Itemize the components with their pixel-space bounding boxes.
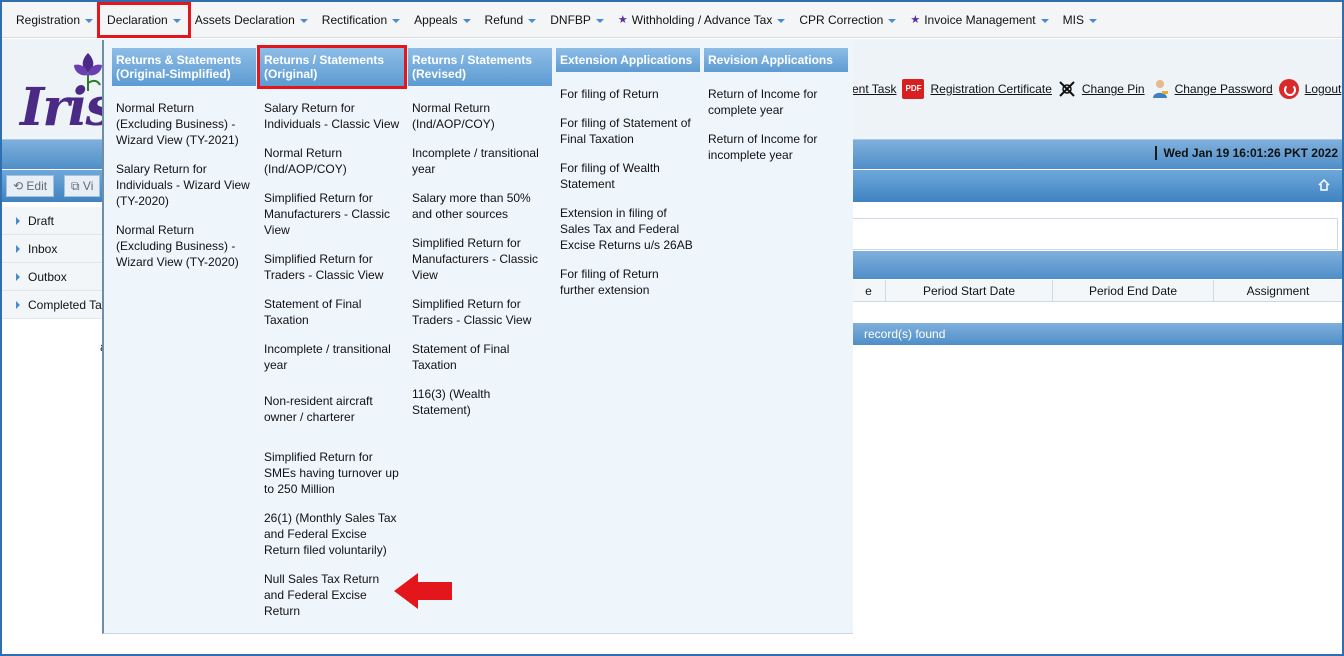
chevron-down-icon	[392, 18, 401, 23]
user-key-icon	[1152, 80, 1168, 98]
menu-option[interactable]: Return of Income for incomplete year	[704, 131, 848, 163]
caret-right-icon	[16, 272, 20, 281]
menu-option[interactable]: For filing of Return further extension	[556, 266, 700, 298]
star-icon: ★	[617, 14, 628, 26]
dropdown-col-revised: Returns / Statements (Revised) Normal Re…	[408, 48, 552, 418]
menu-option[interactable]: Normal Return (Ind/AOP/COY)	[408, 100, 552, 132]
task-link[interactable]: ent Task	[852, 82, 896, 96]
chevron-down-icon	[172, 18, 181, 23]
menu-option[interactable]: For filing of Return	[556, 86, 700, 102]
menu-cpr-correction[interactable]: CPR Correction	[793, 6, 902, 34]
chevron-down-icon	[888, 18, 897, 23]
logo-text: Iris	[20, 77, 115, 138]
menu-declaration[interactable]: Declaration	[97, 1, 191, 38]
menu-option[interactable]: For filing of Wealth Statement	[556, 160, 700, 192]
sidebar-item-inbox[interactable]: Inbox	[2, 235, 102, 263]
menu-dnfbp[interactable]: DNFBP	[544, 6, 610, 34]
menu-option-null-sales-tax[interactable]: Null Sales Tax Return and Federal Excise…	[260, 571, 404, 619]
col-header: Returns & Statements (Original-Simplifie…	[112, 48, 256, 86]
grid-header: e Period Start Date Period End Date Assi…	[852, 280, 1342, 302]
logout-link[interactable]: Logout	[1305, 82, 1342, 96]
menu-option[interactable]: 116(3) (Wealth Statement)	[408, 386, 552, 418]
menu-option[interactable]: Normal Return (Ind/AOP/COY)	[260, 145, 404, 177]
menu-option[interactable]: For filing of Statement of Final Taxatio…	[556, 115, 700, 147]
current-datetime: Wed Jan 19 16:01:26 PKT 2022	[1155, 146, 1338, 160]
menu-rectification[interactable]: Rectification	[316, 6, 406, 34]
menu-option[interactable]: 26(1) (Monthly Sales Tax and Federal Exc…	[260, 510, 404, 558]
registration-certificate-link[interactable]: Registration Certificate	[930, 82, 1051, 96]
grid-footer: record(s) found	[852, 323, 1342, 345]
dropdown-col-extension: Extension Applications For filing of Ret…	[556, 48, 700, 298]
menu-option[interactable]: Incomplete / transitional year	[408, 145, 552, 177]
menu-option[interactable]: Statement of Final Taxation	[408, 341, 552, 373]
chevron-down-icon	[85, 18, 94, 23]
menu-withholding-advance-tax[interactable]: ★ Withholding / Advance Tax	[612, 6, 791, 34]
dropdown-col-revision: Revision Applications Return of Income f…	[704, 48, 848, 163]
home-icon[interactable]	[1318, 179, 1330, 191]
grid-title-bar	[852, 251, 1342, 279]
header-links: ent Task PDF Registration Certificate Ch…	[852, 79, 1341, 99]
col-header: Returns / Statements (Original)	[257, 45, 407, 89]
chevron-down-icon	[528, 18, 537, 23]
sidebar-item-draft[interactable]: Draft	[2, 207, 102, 235]
pin-icon	[1059, 81, 1075, 97]
chevron-down-icon	[777, 18, 786, 23]
sidebar-item-completed-tasks[interactable]: Completed Ta	[2, 291, 102, 319]
col-header: Revision Applications	[704, 48, 848, 72]
caret-right-icon	[16, 244, 20, 253]
col-header: Extension Applications	[556, 48, 700, 72]
star-icon: ★	[910, 14, 921, 26]
grid-body	[852, 302, 1342, 322]
grid-col-partial: e	[852, 280, 886, 301]
chevron-down-icon	[1040, 18, 1049, 23]
iris-logo: Iris	[16, 49, 115, 138]
annotation-arrow-icon	[394, 573, 452, 609]
menu-option[interactable]: Salary Return for Individuals - Classic …	[260, 100, 404, 132]
chevron-down-icon	[299, 18, 308, 23]
menu-option[interactable]: Simplified Return for Traders - Classic …	[408, 296, 552, 328]
menu-option[interactable]: Non-resident aircraft owner / charterer	[260, 393, 404, 425]
grid-col-period-start[interactable]: Period Start Date	[886, 280, 1053, 301]
menu-refund[interactable]: Refund	[479, 6, 543, 34]
chevron-down-icon	[462, 18, 471, 23]
menu-assets-declaration[interactable]: Assets Declaration	[189, 6, 314, 34]
col-header: Returns / Statements (Revised)	[408, 48, 552, 86]
grid-col-assignment[interactable]: Assignment	[1214, 280, 1342, 301]
dropdown-col-original: Returns / Statements (Original) Salary R…	[257, 45, 407, 619]
pdf-icon: PDF	[902, 79, 925, 99]
menu-option[interactable]: Return of Income for complete year	[704, 86, 848, 118]
chevron-down-icon	[1088, 18, 1097, 23]
caret-right-icon	[16, 300, 20, 309]
sidebar: Draft Inbox Outbox Completed Ta	[2, 207, 102, 319]
menu-option[interactable]: Normal Return (Excluding Business) - Wiz…	[112, 222, 256, 270]
menu-option[interactable]: Incomplete / transitional year	[260, 341, 404, 373]
logout-icon	[1278, 79, 1299, 99]
caret-right-icon	[16, 216, 20, 225]
menu-option[interactable]: Salary Return for Individuals - Wizard V…	[112, 161, 256, 209]
menu-option[interactable]: Simplified Return for SMEs having turnov…	[260, 449, 404, 497]
dropdown-col-original-simplified: Returns & Statements (Original-Simplifie…	[112, 48, 256, 270]
sidebar-item-outbox[interactable]: Outbox	[2, 263, 102, 291]
menu-option[interactable]: Simplified Return for Manufacturers - Cl…	[408, 235, 552, 283]
edit-button[interactable]: ⟲ Edit	[6, 175, 55, 197]
menu-option[interactable]: Normal Return (Excluding Business) - Wiz…	[112, 100, 256, 148]
menu-option[interactable]: Salary more than 50% and other sources	[408, 190, 552, 222]
menu-mis[interactable]: MIS	[1057, 6, 1103, 34]
grid-col-period-end[interactable]: Period End Date	[1053, 280, 1214, 301]
view-button[interactable]: ⧉ Vi	[64, 175, 101, 197]
menu-option[interactable]: Simplified Return for Manufacturers - Cl…	[260, 190, 404, 238]
change-password-link[interactable]: Change Password	[1175, 82, 1273, 96]
menu-option[interactable]: Extension in filing of Sales Tax and Fed…	[556, 205, 700, 253]
menu-registration[interactable]: Registration	[10, 6, 99, 34]
menu-option[interactable]: Simplified Return for Traders - Classic …	[260, 251, 404, 283]
menu-appeals[interactable]: Appeals	[408, 6, 476, 34]
menu-invoice-management[interactable]: ★ Invoice Management	[904, 6, 1054, 34]
top-menubar: Registration Declaration Assets Declarat…	[2, 1, 1342, 38]
menu-option[interactable]: Statement of Final Taxation	[260, 296, 404, 328]
chevron-down-icon	[595, 18, 604, 23]
change-pin-link[interactable]: Change Pin	[1082, 82, 1145, 96]
declaration-dropdown: Returns & Statements (Original-Simplifie…	[102, 40, 853, 634]
search-panel	[852, 218, 1338, 250]
